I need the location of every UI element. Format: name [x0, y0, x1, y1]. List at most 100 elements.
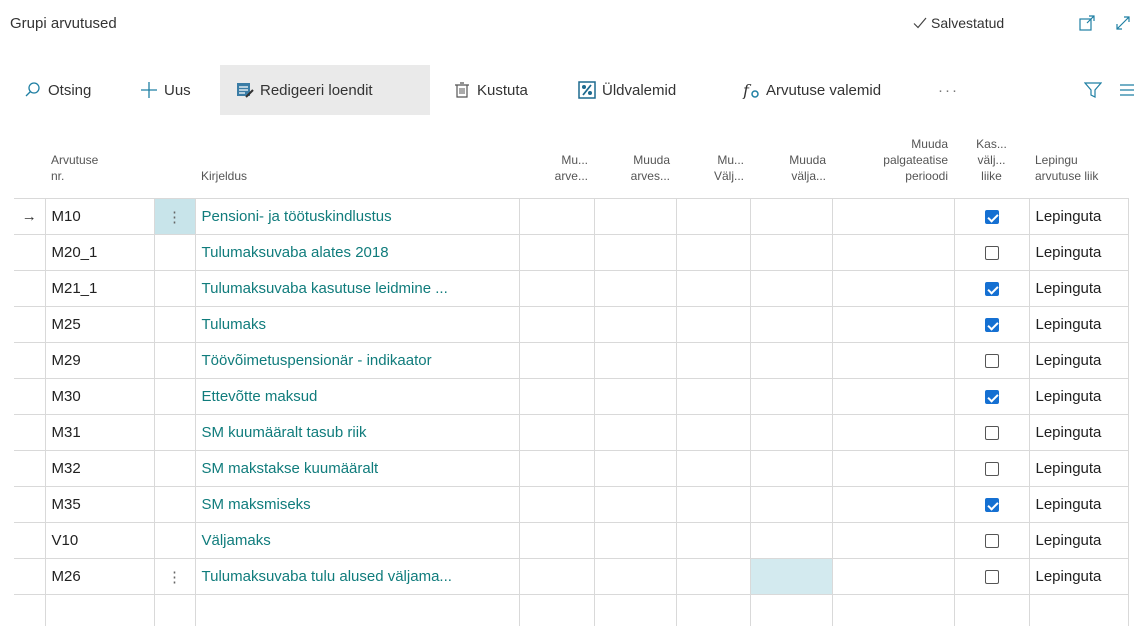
cell-c1[interactable]	[518, 414, 595, 451]
table-row[interactable]: M35 SM maksmiseks Lepinguta	[14, 486, 1129, 523]
description-link[interactable]: Pensioni- ja töötuskindlustus	[194, 198, 520, 235]
description-link[interactable]: SM maksmiseks	[194, 486, 520, 523]
cell-c4[interactable]	[749, 306, 833, 343]
contract-type-cell[interactable]: Lepinguta	[1028, 234, 1129, 271]
cell-c1[interactable]	[518, 234, 595, 271]
cell-c4[interactable]	[749, 198, 833, 235]
menu-cell[interactable]	[153, 378, 196, 415]
table-row[interactable]: M26 ⋮ Tulumaksuvaba tulu alused väljama...…	[14, 558, 1129, 595]
cell-c1[interactable]	[518, 486, 595, 523]
cell-c5[interactable]	[831, 486, 955, 523]
contract-type-cell[interactable]: Lepinguta	[1028, 522, 1129, 559]
checkbox-cell[interactable]	[953, 486, 1030, 523]
empty-cell[interactable]	[14, 594, 46, 626]
nr-cell[interactable]: V10	[44, 522, 155, 559]
empty-cell[interactable]	[953, 594, 1030, 626]
cell-c5[interactable]	[831, 306, 955, 343]
cell-c3[interactable]	[675, 234, 751, 271]
cell-c1[interactable]	[518, 450, 595, 487]
empty-new-row[interactable]	[14, 594, 1129, 626]
cell-c2[interactable]	[593, 306, 677, 343]
table-row[interactable]: M30 Ettevõtte maksud Lepinguta	[14, 378, 1129, 415]
col-header-description[interactable]: Kirjeldus	[195, 136, 519, 199]
description-link[interactable]: SM kuumääralt tasub riik	[194, 414, 520, 451]
cell-c2[interactable]	[593, 270, 677, 307]
cell-c2[interactable]	[593, 486, 677, 523]
description-link[interactable]: Väljamaks	[194, 522, 520, 559]
cell-c5[interactable]	[831, 558, 955, 595]
cell-c3[interactable]	[675, 486, 751, 523]
cell-c5[interactable]	[831, 234, 955, 271]
menu-cell[interactable]	[153, 342, 196, 379]
contract-type-cell[interactable]: Lepinguta	[1028, 558, 1129, 595]
checkbox-cell[interactable]	[953, 306, 1030, 343]
col-header-c5[interactable]: Muuda palgateatise perioodi	[832, 136, 954, 199]
empty-cell[interactable]	[518, 594, 595, 626]
cell-c4[interactable]	[749, 450, 833, 487]
col-header-c3[interactable]: Mu... Välj...	[676, 136, 750, 199]
empty-cell[interactable]	[593, 594, 677, 626]
cell-c1[interactable]	[518, 558, 595, 595]
cell-c3[interactable]	[675, 342, 751, 379]
cell-c5[interactable]	[831, 198, 955, 235]
nr-cell[interactable]: M21_1	[44, 270, 155, 307]
contract-type-cell[interactable]: Lepinguta	[1028, 270, 1129, 307]
cell-c1[interactable]	[518, 306, 595, 343]
description-link[interactable]: Tulumaks	[194, 306, 520, 343]
nr-cell[interactable]: M29	[44, 342, 155, 379]
menu-cell[interactable]	[153, 450, 196, 487]
checkbox[interactable]	[984, 282, 999, 297]
description-link[interactable]: Tulumaksuvaba kasutuse leidmine ...	[194, 270, 520, 307]
delete-button[interactable]: Kustuta	[445, 65, 536, 115]
cell-c3[interactable]	[675, 306, 751, 343]
cell-c2[interactable]	[593, 522, 677, 559]
description-link[interactable]: SM makstakse kuumääralt	[194, 450, 520, 487]
cell-c2[interactable]	[593, 198, 677, 235]
checkbox-cell[interactable]	[953, 342, 1030, 379]
menu-cell[interactable]	[153, 486, 196, 523]
empty-cell[interactable]	[1028, 594, 1129, 626]
more-options-icon[interactable]: ···	[930, 65, 967, 115]
description-link[interactable]: Tulumaksuvaba tulu alused väljama...	[194, 558, 520, 595]
contract-type-cell[interactable]: Lepinguta	[1028, 342, 1129, 379]
cell-c5[interactable]	[831, 378, 955, 415]
row-menu-icon[interactable]: ⋮	[153, 558, 196, 595]
nr-cell[interactable]: M32	[44, 450, 155, 487]
table-row[interactable]: M29 Töövõimetuspensionär - indikaator Lepi…	[14, 342, 1129, 379]
cell-c1[interactable]	[518, 342, 595, 379]
description-link[interactable]: Tulumaksuvaba alates 2018	[194, 234, 520, 271]
contract-type-cell[interactable]: Lepinguta	[1028, 414, 1129, 451]
cell-c4[interactable]	[749, 270, 833, 307]
checkbox[interactable]	[984, 210, 999, 225]
edit-list-button[interactable]: Redigeeri loendit	[220, 65, 430, 115]
contract-type-cell[interactable]: Lepinguta	[1028, 378, 1129, 415]
table-row[interactable]: M21_1 Tulumaksuvaba kasutuse leidmine ...…	[14, 270, 1129, 307]
menu-cell[interactable]	[153, 270, 196, 307]
empty-cell[interactable]	[749, 594, 833, 626]
menu-cell[interactable]	[153, 414, 196, 451]
checkbox[interactable]	[984, 318, 999, 333]
menu-cell[interactable]	[153, 306, 196, 343]
empty-cell[interactable]	[44, 594, 155, 626]
general-formulas-button[interactable]: Üldvalemid	[570, 65, 684, 115]
nr-cell[interactable]: M35	[44, 486, 155, 523]
checkbox-cell[interactable]	[953, 234, 1030, 271]
empty-cell[interactable]	[194, 594, 520, 626]
cell-c4[interactable]	[749, 378, 833, 415]
table-row[interactable]: M25 Tulumaks Lepinguta	[14, 306, 1129, 343]
empty-cell[interactable]	[675, 594, 751, 626]
nr-cell[interactable]: M31	[44, 414, 155, 451]
menu-cell[interactable]	[153, 234, 196, 271]
description-link[interactable]: Töövõimetuspensionär - indikaator	[194, 342, 520, 379]
row-menu-icon[interactable]: ⋮	[153, 198, 196, 235]
expand-icon[interactable]	[1114, 14, 1132, 32]
cell-c2[interactable]	[593, 450, 677, 487]
col-header-c4[interactable]: Muuda välja...	[750, 136, 832, 199]
empty-cell[interactable]	[831, 594, 955, 626]
cell-c5[interactable]	[831, 414, 955, 451]
col-header-nr[interactable]: Arvutuse nr.	[45, 136, 154, 199]
menu-cell[interactable]	[153, 522, 196, 559]
cell-c5[interactable]	[831, 270, 955, 307]
checkbox-cell[interactable]	[953, 414, 1030, 451]
cell-c3[interactable]	[675, 450, 751, 487]
